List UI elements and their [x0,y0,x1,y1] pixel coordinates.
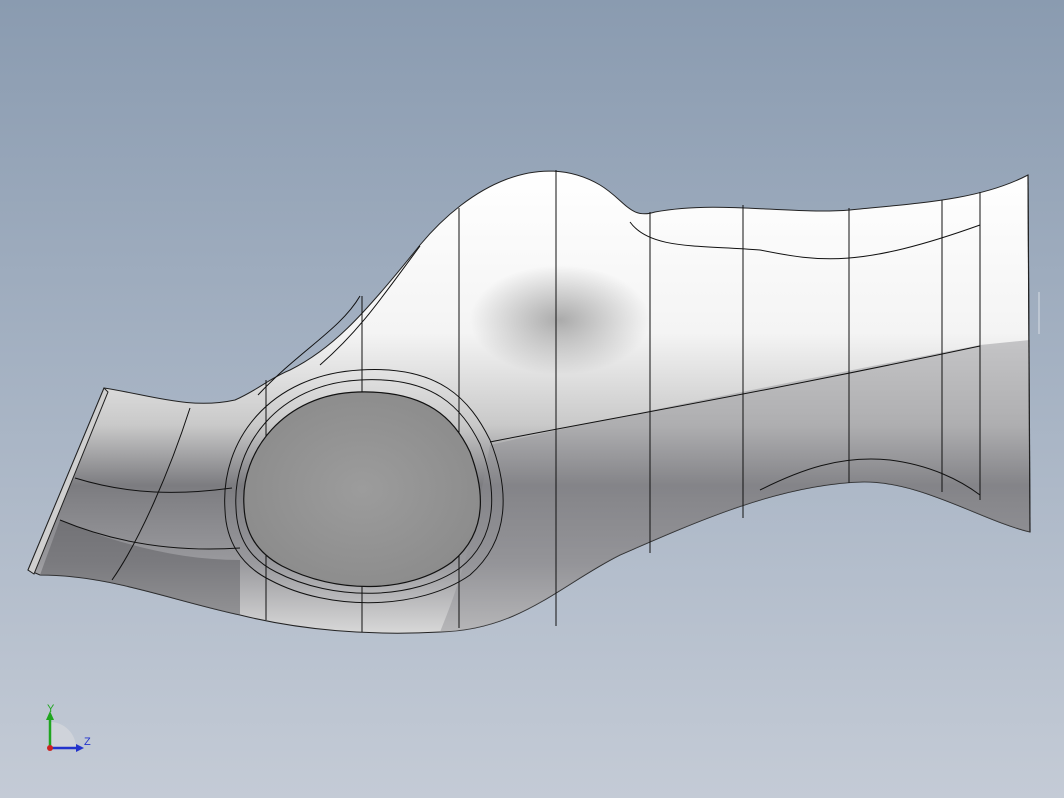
triad-z-arrow-icon [76,744,84,752]
view-triad[interactable]: Y Z [46,703,91,752]
triad-xy-plane [50,722,76,748]
model-scene[interactable]: Y Z [0,0,1064,798]
3d-viewport[interactable]: Y Z [0,0,1064,798]
triad-z-label: Z [84,736,91,748]
bump-shadow [470,265,650,375]
triad-y-label: Y [47,703,55,715]
triad-x-dot-icon [47,745,53,751]
